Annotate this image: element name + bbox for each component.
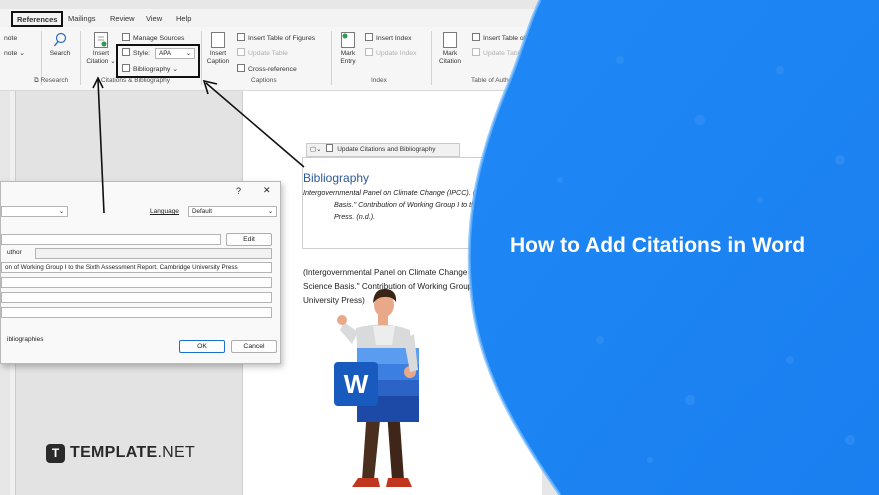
arrow-to-bibliography <box>205 82 305 168</box>
pointer-arrows <box>92 76 305 214</box>
arrow-to-citation <box>97 79 105 214</box>
word-logo-icon: W <box>344 369 369 399</box>
character-illustration: W <box>334 288 419 487</box>
headline: How to Add Citations in Word <box>510 234 806 257</box>
